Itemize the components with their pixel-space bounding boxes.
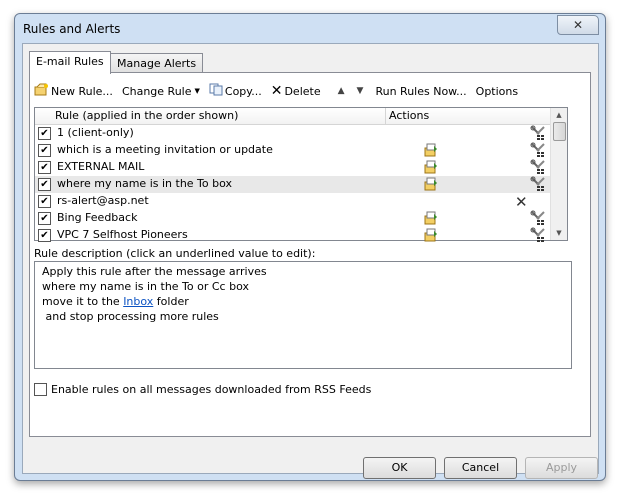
copy-icon [209, 83, 223, 99]
description-text: folder [156, 295, 189, 308]
rule-name: which is a meeting invitation or update [57, 143, 273, 156]
description-text: move it to the [42, 295, 120, 308]
rule-row[interactable]: ✔ rs-alert@asp.net ✕ [35, 193, 550, 211]
column-header-actions[interactable]: Actions [389, 109, 429, 122]
move-to-folder-icon [424, 228, 438, 242]
tab-email-rules-label: E-mail Rules [36, 55, 104, 68]
rule-enabled-checkbox[interactable]: ✔ [38, 178, 51, 191]
run-rules-now-button[interactable]: Run Rules Now... [375, 85, 466, 98]
change-rule-button[interactable]: Change Rule ▼ [122, 85, 200, 98]
options-label: Options [475, 84, 519, 98]
rule-name: rs-alert@asp.net [57, 194, 149, 207]
rule-description-label: Rule description (click an underlined va… [34, 247, 316, 260]
move-to-folder-icon [424, 143, 438, 157]
rule-tools-icon[interactable] [530, 142, 548, 158]
rule-row[interactable]: ✔ where my name is in the To box [35, 176, 550, 193]
tab-email-rules[interactable]: E-mail Rules [29, 51, 111, 74]
rule-enabled-checkbox[interactable]: ✔ [38, 144, 51, 157]
rules-list[interactable]: Rule (applied in the order shown) Action… [34, 107, 568, 244]
close-icon: ✕ [572, 18, 584, 32]
rule-name: VPC 7 Selfhost Pioneers [57, 228, 188, 241]
new-rule-icon [34, 83, 49, 99]
move-to-folder-icon [424, 160, 438, 174]
delete-label: Delete [284, 84, 321, 98]
window-title: Rules and Alerts [23, 22, 121, 36]
apply-button[interactable]: Apply [525, 457, 598, 479]
rss-checkbox-label: Enable rules on all messages downloaded … [51, 383, 372, 396]
change-rule-label: Change Rule [121, 84, 192, 98]
move-down-arrow-icon[interactable]: ▼ [357, 86, 364, 96]
rules-and-alerts-dialog: Rules and Alerts ✕ E-mail Rules Manage A… [14, 13, 606, 481]
column-header-rule[interactable]: Rule (applied in the order shown) [55, 109, 238, 122]
rule-enabled-checkbox[interactable]: ✔ [38, 212, 51, 225]
chevron-down-icon: ▼ [194, 87, 200, 95]
rule-enabled-checkbox[interactable]: ✔ [38, 195, 51, 208]
rule-row[interactable]: ✔ 1 (client-only) [35, 125, 550, 142]
rule-row[interactable]: ✔ Bing Feedback [35, 210, 550, 227]
scrollbar-thumb[interactable] [553, 122, 566, 141]
rule-tools-icon[interactable] [530, 227, 548, 243]
inbox-folder-link[interactable]: Inbox [123, 295, 153, 308]
new-rule-label: New Rule... [51, 84, 113, 98]
rule-row[interactable]: ✔ which is a meeting invitation or update [35, 142, 550, 159]
description-line: where my name is in the To or Cc box [42, 280, 249, 293]
rule-tools-icon[interactable] [530, 159, 548, 175]
rules-toolbar: New Rule... Change Rule ▼ Copy... ✕ Dele… [34, 81, 527, 101]
rule-tools-icon[interactable] [530, 125, 548, 141]
delete-rule-button[interactable]: ✕ Delete [271, 83, 321, 99]
rule-tools-icon[interactable] [530, 210, 548, 226]
options-button[interactable]: Options [476, 85, 518, 98]
scroll-down-arrow-icon[interactable]: ▼ [551, 226, 567, 240]
rule-name: 1 (client-only) [57, 126, 134, 139]
tab-manage-alerts-label: Manage Alerts [117, 57, 197, 70]
rule-row[interactable]: ✔ EXTERNAL MAIL [35, 159, 550, 176]
copy-rule-button[interactable]: Copy... [209, 83, 262, 99]
rule-description-box: Apply this rule after the message arrive… [34, 261, 572, 369]
rule-name: Bing Feedback [57, 211, 138, 224]
rule-row[interactable]: ✔ VPC 7 Selfhost Pioneers [35, 227, 550, 244]
ok-button[interactable]: OK [363, 457, 436, 479]
move-to-folder-icon [424, 177, 438, 191]
rule-name: EXTERNAL MAIL [57, 160, 145, 173]
copy-label: Copy... [224, 84, 262, 98]
rule-enabled-checkbox[interactable]: ✔ [38, 161, 51, 174]
move-up-arrow-icon[interactable]: ▲ [338, 86, 345, 96]
email-rules-panel: New Rule... Change Rule ▼ Copy... ✕ Dele… [29, 72, 591, 437]
dialog-client-area: E-mail Rules Manage Alerts New Rule... C… [22, 43, 599, 479]
column-divider[interactable] [385, 108, 386, 124]
delete-icon: ✕ [270, 83, 283, 99]
rule-enabled-checkbox[interactable]: ✔ [38, 127, 51, 140]
rules-list-scrollbar[interactable]: ▲ ▼ [550, 108, 567, 240]
tab-manage-alerts[interactable]: Manage Alerts [110, 53, 204, 74]
rules-list-header: Rule (applied in the order shown) Action… [35, 108, 567, 125]
description-line: Apply this rule after the message arrive… [42, 265, 267, 278]
rss-checkbox[interactable] [34, 383, 47, 396]
delete-action-icon: ✕ [515, 193, 528, 211]
description-line: move it to the Inbox folder [42, 295, 189, 308]
rss-rules-option[interactable]: Enable rules on all messages downloaded … [34, 383, 371, 396]
close-button[interactable]: ✕ [557, 15, 599, 35]
description-line: and stop processing more rules [42, 310, 219, 323]
run-rules-now-label: Run Rules Now... [375, 84, 467, 98]
rule-name: where my name is in the To box [57, 177, 233, 190]
rule-tools-icon[interactable] [530, 176, 548, 192]
scroll-up-arrow-icon[interactable]: ▲ [551, 108, 567, 122]
move-to-folder-icon [424, 211, 438, 225]
cancel-button[interactable]: Cancel [444, 457, 517, 479]
new-rule-button[interactable]: New Rule... [34, 83, 113, 99]
rule-enabled-checkbox[interactable]: ✔ [38, 229, 51, 242]
